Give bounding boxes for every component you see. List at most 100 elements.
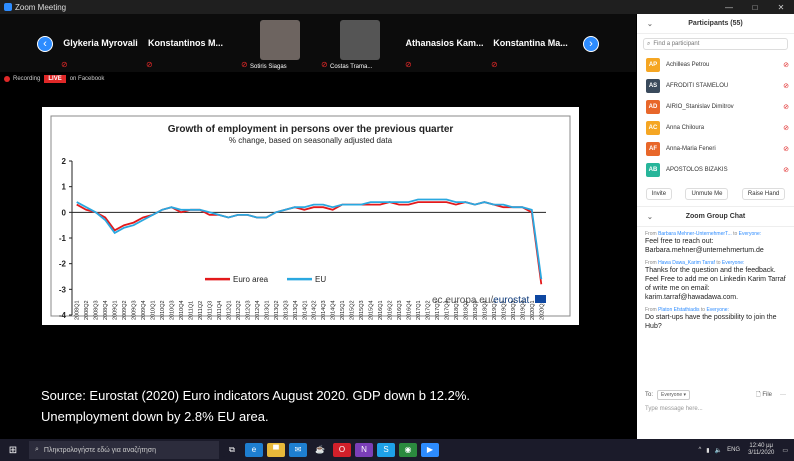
onenote-icon[interactable]: N xyxy=(355,443,373,457)
maximize-button[interactable]: □ xyxy=(742,3,768,12)
x-tick-label: 2016Q3 xyxy=(397,300,403,320)
x-tick-label: 2009Q4 xyxy=(141,300,147,320)
x-tick-label: 2009Q3 xyxy=(132,300,138,320)
chevron-down-icon[interactable]: ⌄ xyxy=(647,20,653,28)
raise-hand-button[interactable]: Raise Hand xyxy=(741,188,786,200)
participant-tile[interactable]: Konstantina Ma... ⊘ xyxy=(488,14,573,72)
participant-row[interactable]: AC Anna Chiloura ⊘ xyxy=(637,117,794,138)
participant-row[interactable]: AF Anna-Maria Feneri ⊘ xyxy=(637,138,794,159)
recording-dot-icon xyxy=(4,76,10,82)
chat-message: From Hawa Dawa_Karim Tarraf to Everyone:… xyxy=(645,260,786,302)
minimize-button[interactable]: — xyxy=(716,3,742,12)
y-tick-label: 0 xyxy=(62,208,67,217)
opera-icon[interactable]: O xyxy=(333,443,351,457)
zoom-icon[interactable]: ▶ xyxy=(421,443,439,457)
chat-recipient-select[interactable]: Everyone ▾ xyxy=(657,390,691,400)
explorer-icon[interactable]: ▀ xyxy=(267,443,285,457)
windows-start-icon[interactable]: ⊞ xyxy=(3,445,23,456)
x-tick-label: 2016Q2 xyxy=(388,300,394,320)
participant-name: Konstantinos M... xyxy=(148,38,223,48)
system-tray: ^ ▮ 🔈 ENG 12:40 μμ 3/11/2020 ▭ xyxy=(698,443,794,457)
legend-label: EU xyxy=(315,275,326,284)
participant-row[interactable]: AD AIRIO_Stanislav Dimitrov ⊘ xyxy=(637,96,794,117)
chrome-icon[interactable]: ◉ xyxy=(399,443,417,457)
chevron-down-icon[interactable]: ⌄ xyxy=(647,213,653,221)
x-tick-label: 2010Q2 xyxy=(160,300,166,320)
chat-footer: To: Everyone ▾ 🗋 File ··· Type message h… xyxy=(637,390,794,412)
network-icon[interactable]: ▮ xyxy=(706,447,709,454)
x-tick-label: 2012Q3 xyxy=(245,300,251,320)
x-tick-label: 2014Q4 xyxy=(331,300,337,320)
x-tick-label: 2013Q1 xyxy=(264,300,270,320)
participant-video-label: Sotiris Siagas xyxy=(250,64,287,70)
chevron-right-icon[interactable]: › xyxy=(583,36,599,52)
file-button[interactable]: 🗋 File xyxy=(756,390,772,400)
y-tick-label: 2 xyxy=(62,157,67,166)
chat-message: From Barbara Mehner-UnternehmerT... to E… xyxy=(645,231,786,255)
shared-slide: Growth of employment in persons over the… xyxy=(42,107,579,325)
source-line-1: Source: Eurostat (2020) Euro indicators … xyxy=(41,388,471,403)
chat-message-text: Do start-ups have the possibility to joi… xyxy=(645,314,777,330)
chevron-up-icon[interactable]: ^ xyxy=(698,447,701,453)
x-tick-label: 2013Q4 xyxy=(293,300,299,320)
participant-tile[interactable]: ⊘ Costas Trama... xyxy=(318,14,403,72)
participant-tile[interactable]: Konstantinos M... ⊘ xyxy=(143,14,228,72)
recording-label[interactable]: Recording xyxy=(13,76,40,82)
taskbar-search-input[interactable]: ⌕ Πληκτρολογήστε εδώ για αναζήτηση xyxy=(29,441,219,459)
live-target: on Facebook xyxy=(69,76,105,82)
gallery-strip: ‹ Glykeria Myrovali ⊘ Konstantinos M... ⊘ ⊘ S… xyxy=(0,14,636,72)
participant-tile[interactable]: Glykeria Myrovali ⊘ xyxy=(58,14,143,72)
participant-row[interactable]: AB APOSTOLOS BIZAKIS ⊘ xyxy=(637,159,794,180)
unmute-me-button[interactable]: Unmute Me xyxy=(685,188,729,200)
x-tick-label: 2014Q2 xyxy=(312,300,318,320)
x-tick-label: 2008Q3 xyxy=(94,300,100,320)
x-tick-label: 2014Q1 xyxy=(302,300,308,320)
notifications-icon[interactable]: ▭ xyxy=(782,447,788,454)
y-tick-label: -4 xyxy=(59,311,67,320)
participant-tile[interactable]: ⊘ Sotiris Siagas xyxy=(238,14,323,72)
x-tick-label: 2009Q2 xyxy=(122,300,128,320)
skype-icon[interactable]: S xyxy=(377,443,395,457)
participant-search-placeholder: Find a participant xyxy=(653,41,700,47)
task-view-icon[interactable]: ⧉ xyxy=(223,443,241,457)
avatar: AD xyxy=(646,99,660,114)
participant-name: Athanasios Kam... xyxy=(405,38,484,48)
x-tick-label: 2020Q2 xyxy=(539,300,545,320)
y-tick-label: -1 xyxy=(59,234,67,243)
x-tick-label: 2015Q1 xyxy=(340,300,346,320)
more-icon[interactable]: ··· xyxy=(780,392,786,398)
x-tick-label: 2015Q2 xyxy=(350,300,356,320)
x-tick-label: 2012Q1 xyxy=(226,300,232,320)
x-tick-label: 2010Q4 xyxy=(179,300,185,320)
muted-mic-icon: ⊘ xyxy=(783,124,789,132)
participant-video xyxy=(340,20,380,60)
clock-date: 3/11/2020 xyxy=(748,450,775,456)
x-tick-label: 2011Q4 xyxy=(217,301,223,320)
volume-icon[interactable]: 🔈 xyxy=(715,447,722,454)
to-label: to xyxy=(733,231,738,237)
language-indicator[interactable]: ENG xyxy=(727,447,740,453)
java-icon[interactable]: ☕ xyxy=(311,443,329,457)
close-button[interactable]: ✕ xyxy=(768,3,794,12)
participant-row[interactable]: AS AFRODITI STAMELOU ⊘ xyxy=(637,75,794,96)
window-titlebar: Zoom Meeting — □ ✕ xyxy=(0,0,794,14)
slide-source-text: Source: Eurostat (2020) Euro indicators … xyxy=(41,385,470,427)
live-badge[interactable]: LIVE xyxy=(44,75,66,83)
participant-list: AP Achilleas Petrou ⊘ AS AFRODITI STAMELOU ⊘ A… xyxy=(637,54,794,182)
invite-button[interactable]: Invite xyxy=(645,188,673,200)
muted-mic-icon: ⊘ xyxy=(405,60,412,69)
y-tick-label: -2 xyxy=(59,260,67,269)
chat-message-input[interactable]: Type message here... xyxy=(645,406,786,412)
taskbar-clock[interactable]: 12:40 μμ 3/11/2020 xyxy=(748,443,774,457)
file-label: File xyxy=(762,392,772,398)
participant-row[interactable]: AP Achilleas Petrou ⊘ xyxy=(637,54,794,75)
participant-tile[interactable]: Athanasios Kam... ⊘ xyxy=(402,14,487,72)
chat-message-text: Feel free to reach out: Barbara.mehner@u… xyxy=(645,238,764,254)
chevron-left-icon[interactable]: ‹ xyxy=(37,36,53,52)
x-tick-label: 2011Q1 xyxy=(189,301,195,320)
edge-icon[interactable]: e xyxy=(245,443,263,457)
mail-icon[interactable]: ✉ xyxy=(289,443,307,457)
participant-search-input[interactable]: ⌕ Find a participant xyxy=(643,38,788,50)
zoom-logo-icon xyxy=(4,3,12,11)
muted-mic-icon: ⊘ xyxy=(783,145,789,153)
